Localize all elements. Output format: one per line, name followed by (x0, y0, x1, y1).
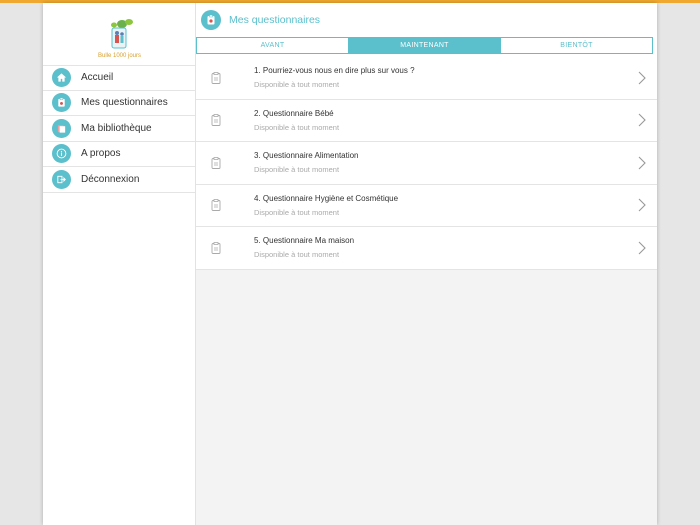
questionnaire-status: Disponible à tout moment (254, 165, 340, 175)
tab-bientot[interactable]: BIENTÔT (500, 38, 652, 53)
list-item-text: 3. Questionnaire Alimentation Disponible… (254, 151, 627, 174)
sidebar-item-ma-bibliotheque[interactable]: Ma bibliothèque (43, 116, 195, 142)
list-item[interactable]: 2. Questionnaire Bébé Disponible à tout … (196, 100, 657, 142)
app-window: Bulle 1000 jours Accueil Mes questionnai… (43, 3, 657, 525)
logo: Bulle 1000 jours (43, 3, 195, 65)
questionnaire-title: 4. Questionnaire Hygiène et Cosmétique (254, 193, 399, 203)
clipboard-icon (210, 199, 222, 212)
list-item[interactable]: 3. Questionnaire Alimentation Disponible… (196, 142, 657, 185)
tab-maintenant[interactable]: MAINTENANT (348, 38, 500, 53)
clipboard-icon (210, 156, 222, 169)
info-icon (52, 144, 71, 164)
sidebar-nav: Accueil Mes questionnaires Ma bibliothèq… (43, 65, 195, 193)
clipboard-icon (210, 114, 222, 127)
sidebar-item-deconnexion[interactable]: Déconnexion (43, 167, 195, 193)
questionnaire-title: 5. Questionnaire Ma maison (254, 236, 355, 246)
list-item[interactable]: 1. Pourriez-vous nous en dire plus sur v… (196, 57, 657, 100)
list-item[interactable]: 5. Questionnaire Ma maison Disponible à … (196, 227, 657, 270)
empty-content-area (196, 269, 657, 525)
tabs-container: AVANT MAINTENANT BIENTÔT (196, 37, 657, 57)
chevron-right-icon (627, 71, 657, 85)
sidebar-item-label: Accueil (81, 72, 114, 84)
chevron-right-icon (627, 241, 657, 255)
tab-bar: AVANT MAINTENANT BIENTÔT (196, 37, 653, 54)
list-item-text: 1. Pourriez-vous nous en dire plus sur v… (254, 66, 627, 89)
home-icon (52, 68, 71, 88)
tab-avant[interactable]: AVANT (197, 38, 348, 53)
clipboard-icon (210, 71, 222, 84)
questionnaire-title: 1. Pourriez-vous nous en dire plus sur v… (254, 66, 415, 76)
page-title: Mes questionnaires (229, 14, 321, 26)
sidebar-item-label: Mes questionnaires (81, 97, 168, 109)
sidebar-item-label: Déconnexion (81, 173, 140, 185)
sidebar-item-label: A propos (81, 148, 121, 160)
logo-text: Bulle 1000 jours (97, 53, 142, 59)
questionnaire-status: Disponible à tout moment (254, 122, 340, 132)
chevron-right-icon (627, 156, 657, 170)
main-content: Mes questionnaires AVANT MAINTENANT BIEN… (196, 3, 657, 525)
sidebar-item-a-propos[interactable]: A propos (43, 142, 195, 167)
sidebar: Bulle 1000 jours Accueil Mes questionnai… (43, 3, 196, 525)
list-item-text: 5. Questionnaire Ma maison Disponible à … (254, 236, 627, 259)
questionnaire-title: 2. Questionnaire Bébé (254, 108, 334, 118)
questionnaire-title: 3. Questionnaire Alimentation (254, 151, 359, 161)
chevron-right-icon (627, 198, 657, 212)
sidebar-item-mes-questionnaires[interactable]: Mes questionnaires (43, 91, 195, 116)
questionnaire-icon (201, 10, 221, 30)
list-item-text: 4. Questionnaire Hygiène et Cosmétique D… (254, 194, 627, 217)
sidebar-item-accueil[interactable]: Accueil (43, 65, 195, 91)
list-item[interactable]: 4. Questionnaire Hygiène et Cosmétique D… (196, 185, 657, 227)
page-header: Mes questionnaires (196, 3, 657, 37)
sidebar-item-label: Ma bibliothèque (81, 122, 152, 134)
questionnaire-status: Disponible à tout moment (254, 207, 340, 217)
list-item-text: 2. Questionnaire Bébé Disponible à tout … (254, 109, 627, 132)
questionnaire-list: 1. Pourriez-vous nous en dire plus sur v… (196, 57, 657, 270)
questionnaire-status: Disponible à tout moment (254, 250, 340, 260)
questionnaire-icon (52, 93, 71, 113)
library-icon (52, 118, 71, 138)
clipboard-icon (210, 241, 222, 254)
questionnaire-status: Disponible à tout moment (254, 80, 340, 90)
chevron-right-icon (627, 113, 657, 127)
logo-icon (111, 19, 133, 49)
logout-icon (52, 169, 71, 189)
